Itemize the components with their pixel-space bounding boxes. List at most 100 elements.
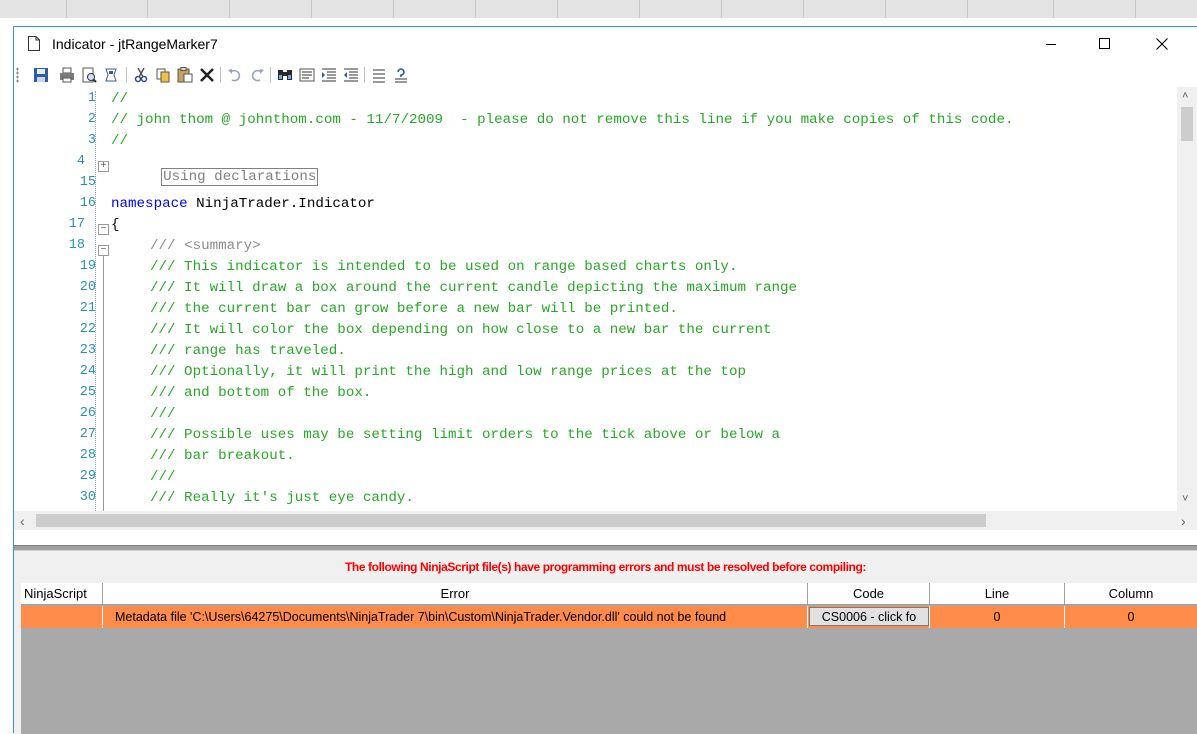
- find-replace-icon[interactable]: [298, 66, 316, 84]
- code-line: /// It will draw a box around the curren…: [150, 280, 798, 296]
- line-number: 20: [79, 280, 96, 295]
- collapse-region-toggle[interactable]: −: [98, 245, 109, 256]
- outdent-icon[interactable]: [342, 66, 360, 84]
- copy-icon[interactable]: [154, 66, 172, 84]
- code-line: /// This indicator is intended to be use…: [150, 259, 738, 275]
- code-line: /// <summary>: [150, 238, 261, 254]
- xml-doc-tag: <summary>: [184, 238, 261, 254]
- expand-region-toggle[interactable]: +: [98, 161, 109, 172]
- toolbar-separator: [126, 67, 127, 83]
- print-icon[interactable]: [58, 66, 76, 84]
- error-panel: The following NinjaScript file(s) have p…: [14, 551, 1197, 734]
- code-cell[interactable]: CS0006 - click fo: [808, 606, 930, 628]
- line-number: 18: [68, 238, 85, 253]
- toolbar-separator: [364, 67, 365, 83]
- close-button[interactable]: [1139, 27, 1185, 61]
- minimize-button[interactable]: [1028, 27, 1074, 61]
- scroll-down-icon[interactable]: ˅: [1182, 493, 1188, 505]
- column-cell[interactable]: 0: [1065, 606, 1197, 628]
- editor-window: Indicator - jtRangeMarker7 1 2 3 4 15 16…: [13, 26, 1197, 734]
- print-preview-icon[interactable]: [80, 66, 98, 84]
- horizontal-scroll-thumb[interactable]: [36, 514, 986, 527]
- delete-icon[interactable]: [198, 66, 216, 84]
- line-number: 4: [76, 154, 85, 169]
- line-number: 23: [79, 343, 96, 358]
- code-line: namespace NinjaTrader.Indicator: [111, 196, 375, 212]
- undo-icon[interactable]: [226, 66, 244, 84]
- code-line: //: [111, 91, 129, 107]
- scroll-left-icon[interactable]: ‹: [20, 513, 25, 529]
- column-header-code[interactable]: Code: [808, 583, 930, 605]
- line-number: 19: [79, 259, 96, 274]
- column-header-column[interactable]: Column: [1065, 583, 1197, 605]
- line-number: 24: [79, 364, 96, 379]
- code-line: /// Possible uses may be setting limit o…: [150, 427, 781, 443]
- gutter-divider: [95, 91, 96, 511]
- code-line: /// the current bar can grow before a ne…: [150, 301, 678, 317]
- line-number: 15: [79, 175, 96, 190]
- collapse-region-toggle[interactable]: −: [98, 224, 109, 235]
- code-text: ///: [150, 238, 185, 254]
- code-line: /// range has traveled.: [150, 343, 346, 359]
- line-cell[interactable]: 0: [930, 606, 1065, 628]
- background-app-strip: [0, 0, 1197, 18]
- toolbar-separator: [220, 67, 221, 83]
- maximize-button[interactable]: [1082, 27, 1128, 61]
- horizontal-scrollbar[interactable]: ‹ ›: [14, 511, 1197, 530]
- code-line: /// and bottom of the box.: [150, 385, 372, 401]
- toolbar: [14, 63, 1197, 87]
- column-header-ninjascript[interactable]: NinjaScript: [21, 583, 103, 605]
- code-line: /// bar breakout.: [150, 448, 295, 464]
- line-number: 1: [87, 91, 96, 106]
- line-number: 30: [79, 490, 96, 505]
- vertical-scrollbar[interactable]: ˄ ˅: [1177, 87, 1197, 511]
- close-icon: [1156, 38, 1168, 50]
- comment-icon[interactable]: [370, 66, 388, 84]
- title-bar[interactable]: Indicator - jtRangeMarker7: [14, 27, 1197, 61]
- indent-icon[interactable]: [320, 66, 338, 84]
- code-line: {: [111, 217, 120, 233]
- code-link-button[interactable]: CS0006 - click fo: [809, 607, 929, 626]
- uncomment-icon[interactable]: [392, 66, 410, 84]
- code-text: NinjaTrader.Indicator: [187, 196, 375, 212]
- error-message: The following NinjaScript file(s) have p…: [344, 560, 867, 574]
- window-title: Indicator - jtRangeMarker7: [52, 36, 218, 52]
- scroll-right-icon[interactable]: ›: [1181, 513, 1186, 529]
- line-number: 2: [87, 112, 96, 127]
- line-number: 29: [79, 469, 96, 484]
- line-number: 16: [79, 196, 96, 211]
- code-line: // john thom @ johnthom.com - 11/7/2009 …: [111, 112, 1014, 128]
- line-number: 17: [68, 217, 85, 232]
- code-line: /// Really it's just eye candy.: [150, 490, 414, 506]
- line-number: 26: [79, 406, 96, 421]
- compile-icon[interactable]: [102, 66, 120, 84]
- code-line: ///: [150, 469, 176, 485]
- minimize-icon: [1046, 44, 1056, 45]
- line-number: 25: [79, 385, 96, 400]
- find-icon[interactable]: [276, 66, 294, 84]
- line-number: 3: [87, 133, 96, 148]
- error-cell[interactable]: Metadata file 'C:\Users\64275\Documents\…: [103, 606, 808, 628]
- collapsed-region-label[interactable]: Using declarations: [161, 168, 319, 186]
- code-editor[interactable]: 1 2 3 4 15 16 17 18 19 20 21 22 23 24 25…: [14, 87, 1197, 546]
- vertical-scroll-thumb[interactable]: [1181, 107, 1193, 141]
- paste-icon[interactable]: [176, 66, 194, 84]
- column-header-line[interactable]: Line: [930, 583, 1065, 605]
- toolbar-grip[interactable]: [16, 67, 19, 83]
- line-number: 28: [79, 448, 96, 463]
- code-line: //: [111, 133, 129, 149]
- redo-icon[interactable]: [248, 66, 266, 84]
- save-icon[interactable]: [32, 66, 50, 84]
- code-line: ///: [150, 406, 176, 422]
- line-number-gutter: 1 2 3 4 15 16 17 18 19 20 21 22 23 24 25…: [14, 87, 96, 511]
- maximize-icon: [1099, 38, 1110, 49]
- cut-icon[interactable]: [132, 66, 150, 84]
- code-line: /// It will color the box depending on h…: [150, 322, 772, 338]
- scroll-up-icon[interactable]: ˄: [1182, 90, 1188, 102]
- line-number: 22: [79, 322, 96, 337]
- keyword: namespace: [111, 196, 188, 212]
- column-header-error[interactable]: Error: [103, 583, 808, 605]
- ninjascript-cell[interactable]: [21, 606, 103, 628]
- code-line: /// Optionally, it will print the high a…: [150, 364, 746, 380]
- line-number: 27: [79, 427, 96, 442]
